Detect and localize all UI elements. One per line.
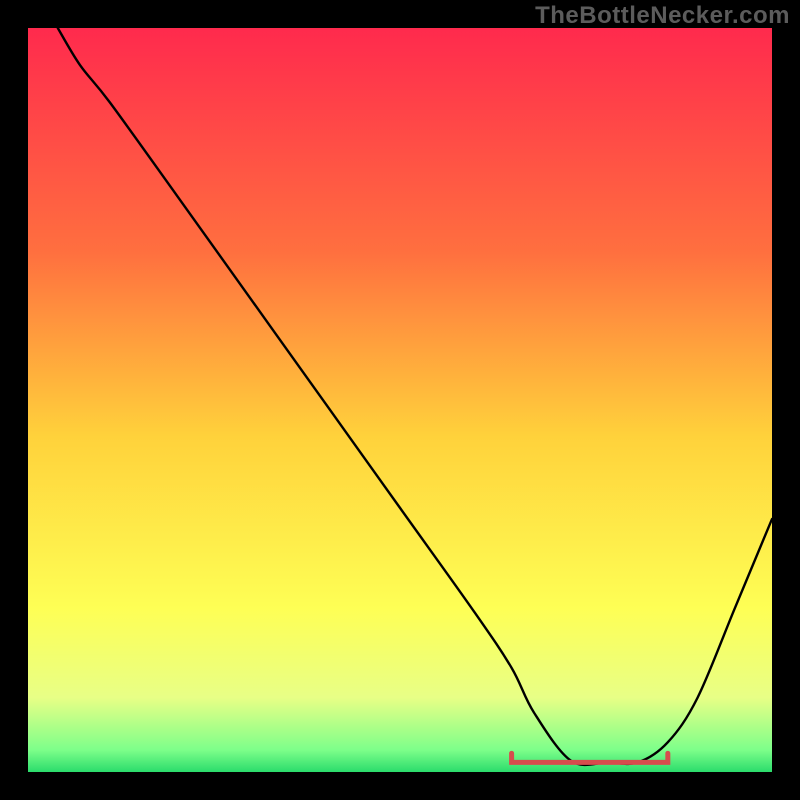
plot-area	[28, 28, 772, 772]
watermark-text: TheBottleNecker.com	[535, 2, 790, 30]
chart-background	[28, 28, 772, 772]
chart-container: TheBottleNecker.com	[0, 0, 800, 800]
chart-svg	[28, 28, 772, 772]
